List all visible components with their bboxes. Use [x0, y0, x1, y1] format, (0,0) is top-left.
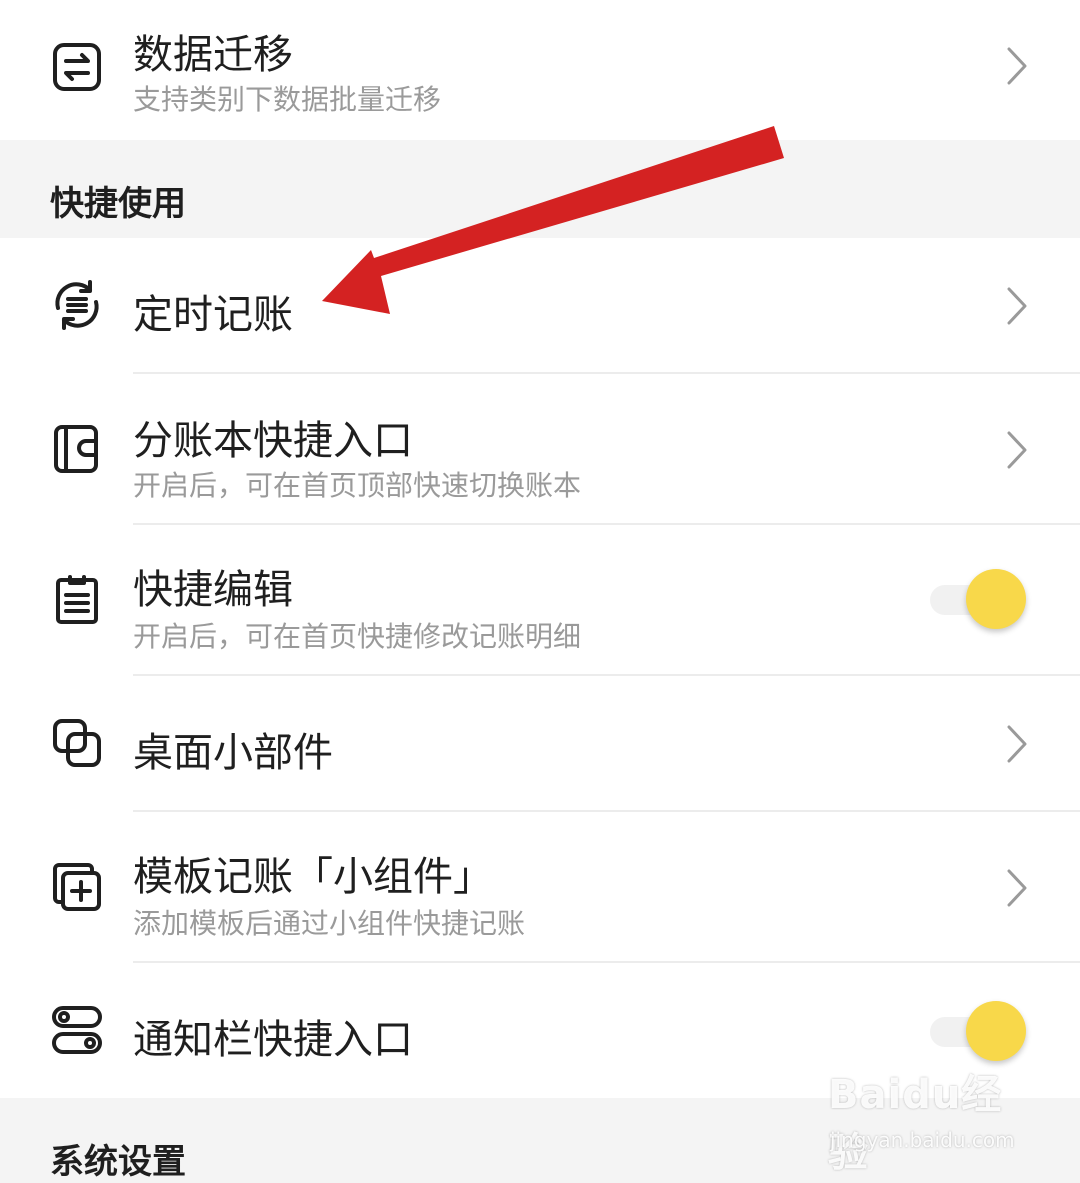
row-title: 数据迁移: [133, 32, 293, 78]
quick-edit-toggle[interactable]: [930, 569, 1026, 631]
section-title: 系统设置: [50, 1142, 186, 1182]
chevron-right-icon: [1006, 724, 1028, 764]
toggle-knob: [966, 1001, 1026, 1061]
row-title: 分账本快捷入口: [133, 418, 413, 464]
toggle-knob: [966, 569, 1026, 629]
watermark: Baidu经验 jingyan.baidu.com: [828, 1062, 1028, 1176]
row-subtitle: 开启后，可在首页快捷修改记账明细: [133, 620, 582, 653]
watermark-url: jingyan.baidu.com: [830, 1128, 1015, 1152]
section-header-quick: 快捷使用: [0, 140, 1080, 238]
widget-overlap-icon: [50, 716, 104, 770]
add-template-icon: [50, 860, 104, 914]
row-quick-edit: 快捷编辑 开启后，可在首页快捷修改记账明细: [0, 525, 1080, 675]
row-template-widget[interactable]: 模板记账「小组件」 添加模板后通过小组件快捷记账: [0, 812, 1080, 962]
row-subtitle: 添加模板后通过小组件快捷记账: [133, 907, 526, 940]
scheduled-refresh-icon: [50, 278, 104, 332]
data-migration-card: 数据迁移 支持类别下数据批量迁移: [0, 0, 1080, 140]
row-title: 定时记账: [133, 292, 293, 338]
row-title: 通知栏快捷入口: [133, 1017, 413, 1063]
chevron-right-icon: [1006, 868, 1028, 908]
ledger-book-icon: [50, 422, 104, 476]
chevron-right-icon: [1006, 46, 1028, 86]
notification-shortcut-toggle[interactable]: [930, 1001, 1026, 1063]
notification-toggle-icon: [50, 1003, 104, 1057]
row-desktop-widget[interactable]: 桌面小部件: [0, 676, 1080, 811]
row-subtitle: 支持类别下数据批量迁移: [133, 83, 442, 116]
chevron-right-icon: [1006, 286, 1028, 326]
clipboard-icon: [50, 573, 104, 627]
row-title: 快捷编辑: [133, 567, 293, 613]
row-title: 桌面小部件: [133, 730, 333, 776]
chevron-right-icon: [1006, 430, 1028, 470]
row-subtitle: 开启后，可在首页顶部快速切换账本: [133, 469, 582, 502]
row-title: 模板记账「小组件」: [133, 854, 493, 900]
transfer-icon: [50, 40, 104, 94]
quick-use-card: 定时记账 分账本快捷入口 开启后，可在首页顶部快速切换账本 快捷编辑 开启后，可…: [0, 238, 1080, 1098]
watermark-brand: Baidu经验: [828, 1072, 1003, 1176]
data-migration-row[interactable]: 数据迁移 支持类别下数据批量迁移: [0, 0, 1080, 140]
section-title: 快捷使用: [50, 184, 186, 224]
row-ledger-shortcut[interactable]: 分账本快捷入口 开启后，可在首页顶部快速切换账本: [0, 374, 1080, 524]
row-scheduled-bookkeeping[interactable]: 定时记账: [0, 238, 1080, 373]
